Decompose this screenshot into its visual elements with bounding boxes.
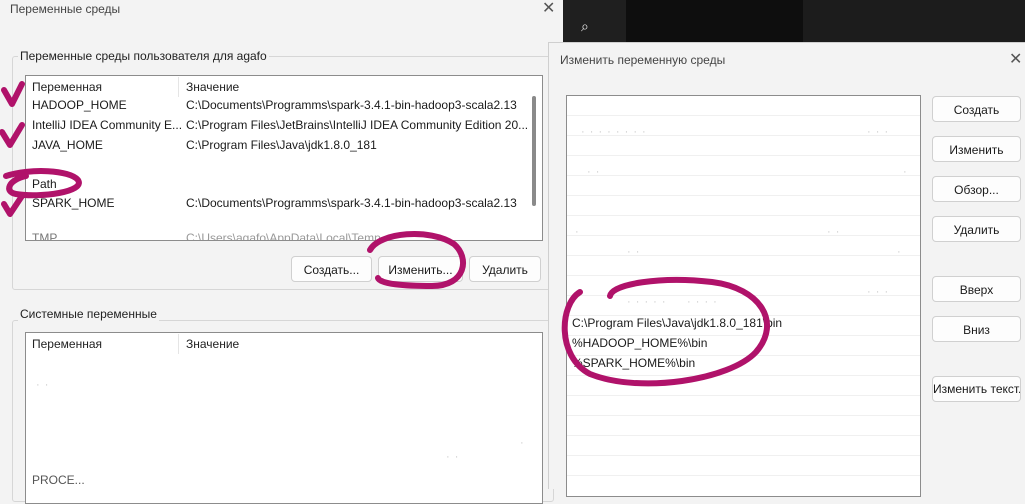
circle-annotation — [561, 277, 770, 387]
circle-annotation — [367, 231, 466, 289]
check-mark-annotation — [1, 81, 25, 107]
annotation-layer — [0, 81, 770, 387]
circle-annotation — [3, 168, 82, 199]
check-mark-annotation — [1, 193, 25, 217]
check-mark-annotation — [0, 122, 25, 148]
